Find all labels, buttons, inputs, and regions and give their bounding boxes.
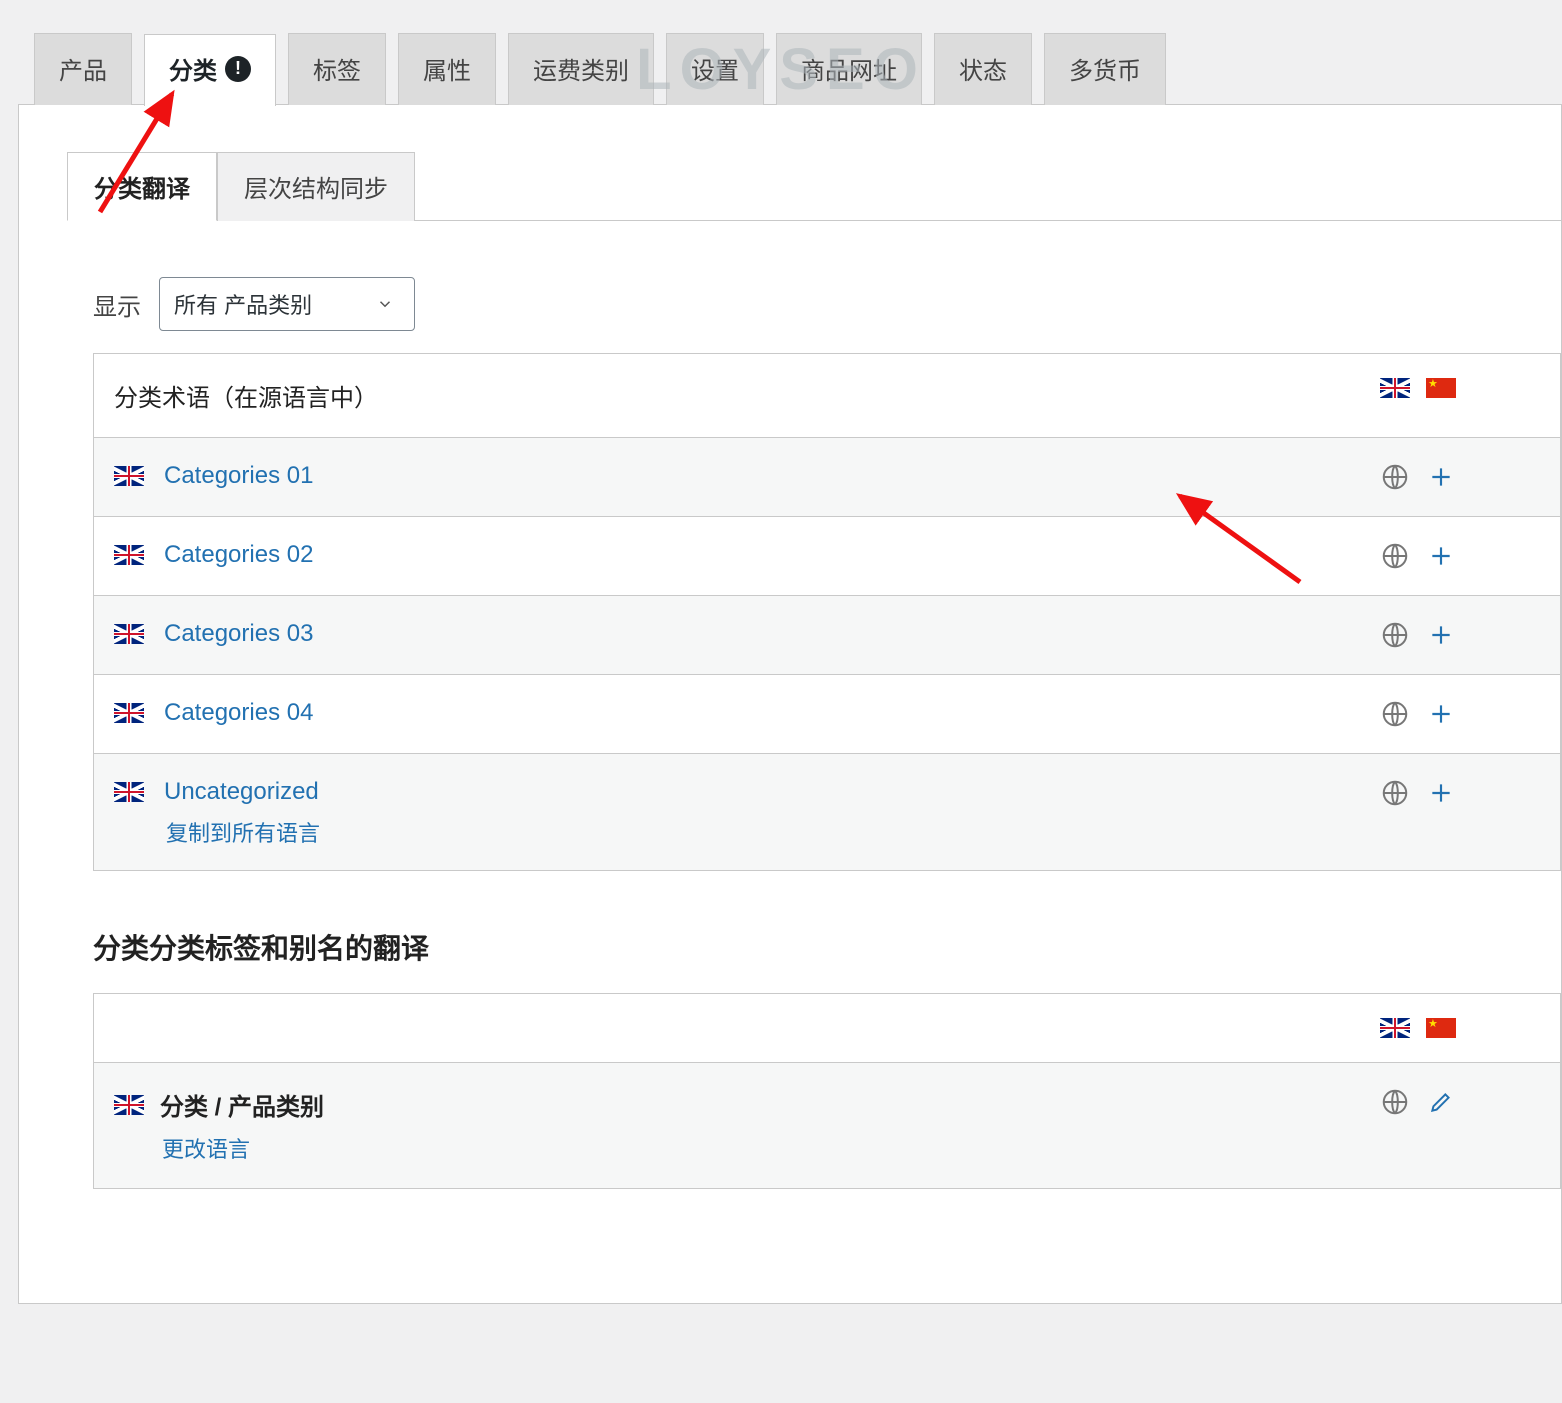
alert-badge-icon: ! xyxy=(225,56,251,82)
term-link[interactable]: Categories 02 xyxy=(164,541,313,569)
add-translation-button[interactable] xyxy=(1426,620,1456,650)
filter-select[interactable]: 所有 产品类别 xyxy=(159,277,415,331)
add-translation-button[interactable] xyxy=(1426,541,1456,571)
table-row: Uncategorized 复制到所有语言 xyxy=(94,754,1560,871)
tab-shipping-classes[interactable]: 运费类别 xyxy=(508,33,654,105)
globe-icon xyxy=(1380,778,1410,808)
table-header-term: 分类术语（在源语言中） xyxy=(94,354,1380,437)
section-heading: 分类分类标签和别名的翻译 xyxy=(93,927,1561,967)
terms-table: 分类术语（在源语言中） Categories 01 xyxy=(93,353,1561,871)
flag-uk-icon xyxy=(114,782,144,802)
flag-uk-icon xyxy=(114,1095,144,1115)
flag-uk-icon xyxy=(1380,1018,1410,1038)
table-header-langs xyxy=(1380,354,1560,422)
flag-cn-icon xyxy=(1426,1018,1456,1038)
flag-uk-icon xyxy=(114,466,144,486)
tab-categories[interactable]: 分类 ! xyxy=(144,34,276,106)
chevron-down-icon xyxy=(370,289,400,319)
tab-products[interactable]: 产品 xyxy=(34,33,132,105)
globe-icon xyxy=(1380,462,1410,492)
content-panel: 分类翻译 层次结构同步 显示 所有 产品类别 分类术语（在源语言中） Categ… xyxy=(18,104,1562,1304)
label-text: 分类 / 产品类别 xyxy=(160,1087,324,1122)
term-link[interactable]: Uncategorized xyxy=(164,778,319,806)
globe-icon xyxy=(1380,541,1410,571)
filter-label: 显示 xyxy=(93,287,141,322)
tab-attributes[interactable]: 属性 xyxy=(398,33,496,105)
add-translation-button[interactable] xyxy=(1426,699,1456,729)
tab-categories-label: 分类 xyxy=(169,51,217,86)
flag-uk-icon xyxy=(114,703,144,723)
term-link[interactable]: Categories 01 xyxy=(164,462,313,490)
globe-icon xyxy=(1380,699,1410,729)
tab-tags[interactable]: 标签 xyxy=(288,33,386,105)
flag-uk-icon xyxy=(114,545,144,565)
labels-header-row xyxy=(94,994,1560,1063)
table-row: Categories 03 xyxy=(94,596,1560,675)
term-link[interactable]: Categories 04 xyxy=(164,699,313,727)
filter-select-value: 所有 产品类别 xyxy=(174,288,312,320)
labels-row: 分类 / 产品类别 更改语言 xyxy=(94,1063,1560,1189)
subtab-sync[interactable]: 层次结构同步 xyxy=(217,152,415,221)
copy-all-languages-link[interactable]: 复制到所有语言 xyxy=(166,821,320,846)
term-link[interactable]: Categories 03 xyxy=(164,620,313,648)
labels-header-langs xyxy=(1380,994,1560,1062)
table-row: Categories 04 xyxy=(94,675,1560,754)
labels-table: 分类 / 产品类别 更改语言 xyxy=(93,993,1561,1189)
globe-icon xyxy=(1380,620,1410,650)
filter-row: 显示 所有 产品类别 xyxy=(93,277,1561,331)
table-row: Categories 01 xyxy=(94,438,1560,517)
main-tabs: 产品 分类 ! 标签 属性 运费类别 设置 商品网址 状态 多货币 xyxy=(0,0,1562,104)
edit-translation-button[interactable] xyxy=(1426,1087,1456,1117)
subtab-translate[interactable]: 分类翻译 xyxy=(67,152,217,221)
globe-icon xyxy=(1380,1087,1410,1117)
flag-uk-icon xyxy=(1380,378,1410,398)
tab-settings[interactable]: 设置 xyxy=(666,33,764,105)
tab-multi-currency[interactable]: 多货币 xyxy=(1044,33,1166,105)
add-translation-button[interactable] xyxy=(1426,462,1456,492)
tab-status[interactable]: 状态 xyxy=(934,33,1032,105)
flag-uk-icon xyxy=(114,624,144,644)
flag-cn-icon xyxy=(1426,378,1456,398)
change-language-link[interactable]: 更改语言 xyxy=(162,1137,250,1162)
sub-tabs: 分类翻译 层次结构同步 xyxy=(67,151,1561,221)
table-row: Categories 02 xyxy=(94,517,1560,596)
add-translation-button[interactable] xyxy=(1426,778,1456,808)
tab-product-urls[interactable]: 商品网址 xyxy=(776,33,922,105)
table-header-row: 分类术语（在源语言中） xyxy=(94,354,1560,438)
